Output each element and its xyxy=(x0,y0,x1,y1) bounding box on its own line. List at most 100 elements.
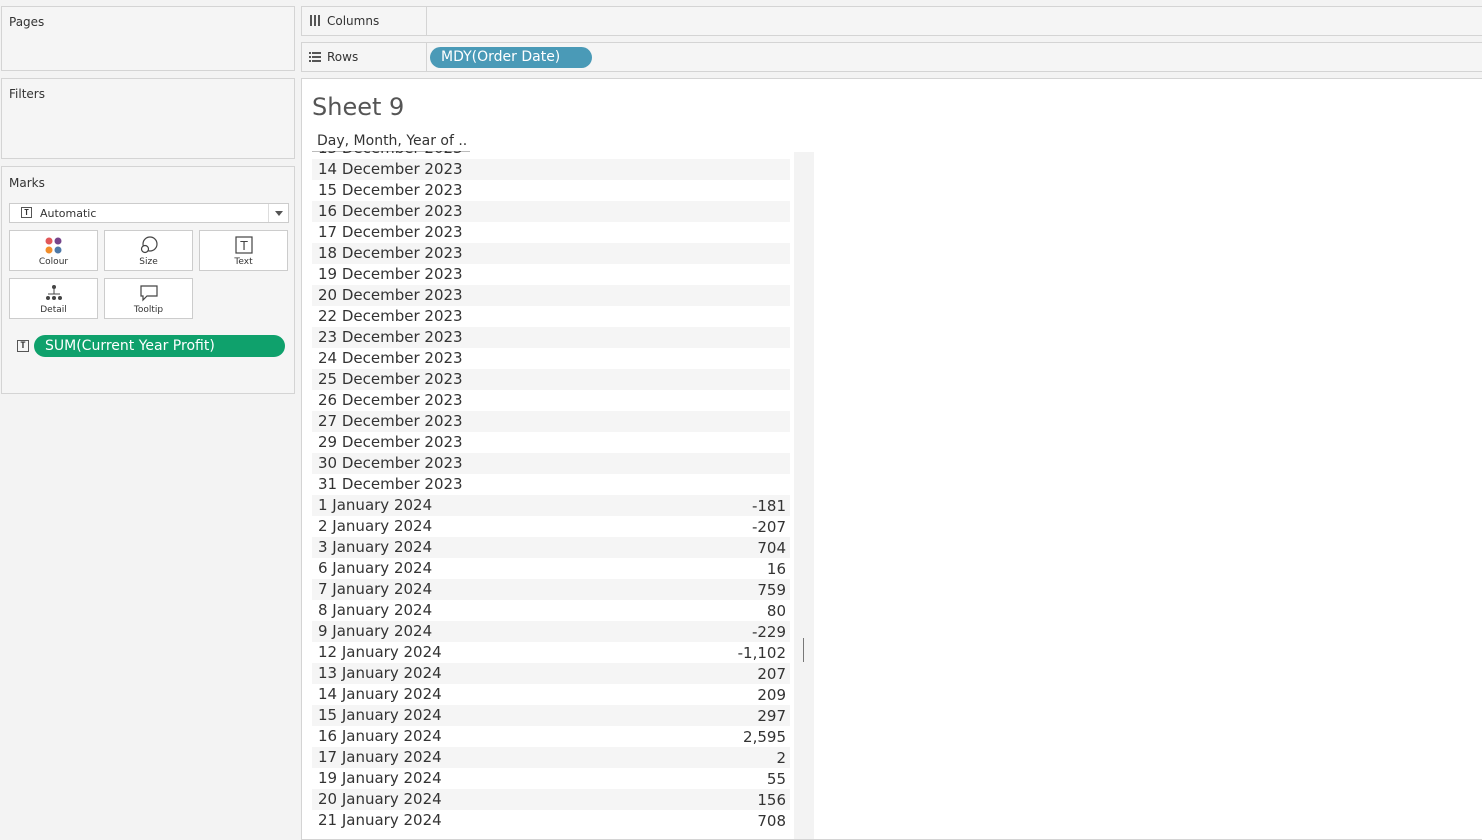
row-date: 6 January 2024 xyxy=(318,559,433,577)
table-row[interactable]: 20 December 2023 xyxy=(312,285,790,306)
text-encoding-icon[interactable]: T xyxy=(17,340,29,352)
row-profit-value: -229 xyxy=(751,623,786,641)
row-date: 23 December 2023 xyxy=(318,328,463,346)
table-row[interactable]: 3 January 2024 704 xyxy=(312,537,790,558)
table-row[interactable]: 25 December 2023 xyxy=(312,369,790,390)
row-date: 3 January 2024 xyxy=(318,538,433,556)
rows-label: Rows xyxy=(327,50,359,64)
table-row[interactable]: 1 January 2024 -181 xyxy=(312,495,790,516)
size-button[interactable]: Size xyxy=(104,230,193,271)
table-row[interactable]: 15 January 2024 297 xyxy=(312,705,790,726)
table-row[interactable]: 21 January 2024 708 xyxy=(312,810,790,831)
table-row[interactable]: 16 January 2024 2,595 xyxy=(312,726,790,747)
row-date: 19 January 2024 xyxy=(318,769,442,787)
table-row[interactable]: 24 December 2023 xyxy=(312,348,790,369)
chevron-down-icon[interactable] xyxy=(268,204,288,222)
size-icon xyxy=(140,236,158,254)
row-date: 29 December 2023 xyxy=(318,433,463,451)
row-date: 7 January 2024 xyxy=(318,580,433,598)
table-row[interactable]: 15 December 2023 xyxy=(312,180,790,201)
row-date: 2 January 2024 xyxy=(318,517,433,535)
row-date: 17 January 2024 xyxy=(318,748,442,766)
row-date: 15 January 2024 xyxy=(318,706,442,724)
row-profit-value: 55 xyxy=(766,770,786,788)
pages-shelf[interactable]: Pages xyxy=(1,6,295,71)
table-row[interactable]: 19 January 2024 55 xyxy=(312,768,790,789)
table-row[interactable]: 2 January 2024 -207 xyxy=(312,516,790,537)
current-year-profit-pill[interactable]: SUM(Current Year Profit) xyxy=(34,335,285,357)
table-row[interactable]: 17 January 2024 2 xyxy=(312,747,790,768)
rows-icon xyxy=(309,52,321,62)
row-date: 15 December 2023 xyxy=(318,181,463,199)
row-date: 8 January 2024 xyxy=(318,601,433,619)
table-row[interactable]: 30 December 2023 xyxy=(312,453,790,474)
text-mark-icon: T xyxy=(21,207,32,218)
tooltip-button[interactable]: Tooltip xyxy=(104,278,193,319)
colour-icon xyxy=(45,237,62,254)
rows-label-area: Rows xyxy=(302,43,427,71)
table-row[interactable]: 29 December 2023 xyxy=(312,432,790,453)
detail-button[interactable]: Detail xyxy=(9,278,98,319)
row-profit-value: 207 xyxy=(757,665,786,683)
row-profit-value: 2,595 xyxy=(743,728,786,746)
row-date: 1 January 2024 xyxy=(318,496,433,514)
columns-icon xyxy=(310,15,320,26)
table-row[interactable]: 16 December 2023 xyxy=(312,201,790,222)
row-date: 18 December 2023 xyxy=(318,244,463,262)
row-profit-value: 156 xyxy=(757,791,786,809)
table-row[interactable]: 17 December 2023 xyxy=(312,222,790,243)
rows-shelf[interactable]: Rows MDY(Order Date) xyxy=(301,42,1482,72)
table-row[interactable]: 14 January 2024 209 xyxy=(312,684,790,705)
table-row[interactable]: 14 December 2023 xyxy=(312,159,790,180)
table-row[interactable]: 23 December 2023 xyxy=(312,327,790,348)
table-row[interactable]: 12 January 2024 -1,102 xyxy=(312,642,790,663)
row-date: 9 January 2024 xyxy=(318,622,433,640)
column-header[interactable]: Day, Month, Year of .. xyxy=(317,133,467,149)
row-profit-value: 80 xyxy=(766,602,786,620)
filters-shelf[interactable]: Filters xyxy=(1,78,295,159)
marks-title: Marks xyxy=(9,176,45,190)
table-row[interactable]: 20 January 2024 156 xyxy=(312,789,790,810)
row-profit-value: -207 xyxy=(751,518,786,536)
table-row[interactable]: 31 December 2023 xyxy=(312,474,790,495)
table-row[interactable]: 7 January 2024 759 xyxy=(312,579,790,600)
row-date: 25 December 2023 xyxy=(318,370,463,388)
filters-title: Filters xyxy=(9,87,45,101)
row-profit-value: 708 xyxy=(757,812,786,830)
row-date: 30 December 2023 xyxy=(318,454,463,472)
text-button[interactable]: T Text xyxy=(199,230,288,271)
table-row[interactable]: 18 December 2023 xyxy=(312,243,790,264)
detail-label: Detail xyxy=(40,305,67,315)
order-date-pill[interactable]: MDY(Order Date) xyxy=(430,47,592,68)
mark-type-dropdown[interactable]: T Automatic xyxy=(9,203,289,223)
table-row[interactable]: 13 December 2023 xyxy=(312,151,790,159)
row-date: 16 January 2024 xyxy=(318,727,442,745)
table-row[interactable]: 6 January 2024 16 xyxy=(312,558,790,579)
svg-text:T: T xyxy=(239,239,248,253)
row-profit-value: 2 xyxy=(776,749,786,767)
text-icon: T xyxy=(235,236,253,254)
vertical-scrollbar[interactable] xyxy=(794,152,814,839)
scroll-thumb[interactable] xyxy=(803,638,804,662)
row-date: 14 December 2023 xyxy=(318,160,463,178)
table-row[interactable]: 22 December 2023 xyxy=(312,306,790,327)
colour-button[interactable]: Colour xyxy=(9,230,98,271)
table-row[interactable]: 9 January 2024 -229 xyxy=(312,621,790,642)
sheet-title[interactable]: Sheet 9 xyxy=(312,93,404,121)
columns-shelf[interactable]: Columns xyxy=(301,6,1482,36)
row-date: 21 January 2024 xyxy=(318,811,442,829)
columns-label: Columns xyxy=(327,14,380,28)
pages-title: Pages xyxy=(9,15,45,29)
table-row[interactable]: 27 December 2023 xyxy=(312,411,790,432)
data-table: 13 December 2023 14 December 2023 15 Decem… xyxy=(312,151,790,839)
row-date: 22 December 2023 xyxy=(318,307,463,325)
tooltip-label: Tooltip xyxy=(133,305,164,315)
colour-label: Colour xyxy=(38,257,69,267)
table-row[interactable]: 26 December 2023 xyxy=(312,390,790,411)
columns-label-area: Columns xyxy=(302,7,427,35)
row-profit-value: -181 xyxy=(751,497,786,515)
row-date: 20 January 2024 xyxy=(318,790,442,808)
table-row[interactable]: 13 January 2024 207 xyxy=(312,663,790,684)
table-row[interactable]: 19 December 2023 xyxy=(312,264,790,285)
table-row[interactable]: 8 January 2024 80 xyxy=(312,600,790,621)
